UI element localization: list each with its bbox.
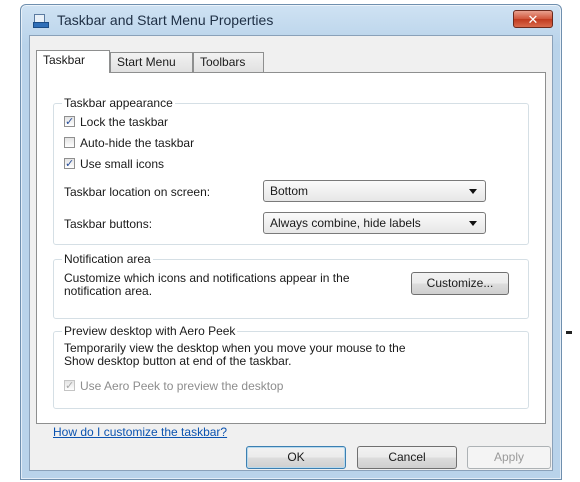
close-button[interactable]: ✕ bbox=[513, 10, 553, 28]
location-dropdown[interactable]: Bottom bbox=[263, 180, 486, 202]
buttons-label: Taskbar buttons: bbox=[64, 217, 153, 231]
description-line: notification area. bbox=[64, 284, 153, 298]
tab-taskbar[interactable]: Taskbar bbox=[36, 50, 110, 73]
checkbox-label: Use Aero Peek to preview the desktop bbox=[80, 379, 284, 393]
close-icon: ✕ bbox=[527, 12, 539, 27]
aero-peek-group: Preview desktop with Aero Peek Temporari… bbox=[53, 324, 529, 409]
checkbox-unchecked-icon[interactable] bbox=[64, 137, 75, 148]
taskbar-window-icon bbox=[33, 14, 49, 28]
checkbox-checked-icon[interactable] bbox=[64, 114, 75, 130]
checkbox-checked-icon[interactable] bbox=[64, 378, 75, 394]
help-link[interactable]: How do I customize the taskbar? bbox=[53, 425, 227, 439]
customize-button[interactable]: Customize... bbox=[411, 272, 509, 295]
taskbar-tab-panel: Taskbar appearance Lock the taskbar Auto… bbox=[36, 72, 546, 439]
group-label: Taskbar appearance bbox=[62, 96, 175, 110]
checkbox-checked-icon[interactable] bbox=[64, 156, 75, 172]
stray-mark bbox=[566, 331, 572, 334]
location-label: Taskbar location on screen: bbox=[64, 185, 211, 199]
tab-toolbars[interactable]: Toolbars bbox=[193, 52, 264, 72]
taskbar-appearance-group: Taskbar appearance Lock the taskbar Auto… bbox=[53, 96, 529, 245]
buttons-value: Always combine, hide labels bbox=[270, 216, 421, 230]
window-title: Taskbar and Start Menu Properties bbox=[57, 12, 274, 28]
notification-description: Customize which icons and notifications … bbox=[64, 272, 350, 298]
group-label: Preview desktop with Aero Peek bbox=[62, 324, 238, 338]
dialog-client-area: Taskbar Start Menu Toolbars Taskbar appe… bbox=[29, 35, 553, 471]
ok-button[interactable]: OK bbox=[246, 446, 346, 469]
location-value: Bottom bbox=[270, 184, 309, 198]
checkbox-label: Lock the taskbar bbox=[80, 115, 169, 129]
apply-button[interactable]: Apply bbox=[467, 446, 551, 469]
aero-peek-description: Temporarily view the desktop when you mo… bbox=[64, 342, 406, 368]
description-line: Show desktop button at end of the taskba… bbox=[64, 354, 292, 368]
taskbar-buttons-dropdown[interactable]: Always combine, hide labels bbox=[263, 212, 486, 234]
tab-start-menu[interactable]: Start Menu bbox=[110, 52, 193, 72]
chevron-down-icon bbox=[469, 189, 477, 194]
properties-dialog: Taskbar and Start Menu Properties ✕ Task… bbox=[20, 4, 562, 480]
title-bar[interactable]: Taskbar and Start Menu Properties ✕ bbox=[21, 5, 561, 35]
notification-area-group: Notification area Customize which icons … bbox=[53, 252, 529, 319]
checkbox-label: Use small icons bbox=[80, 157, 165, 171]
group-label: Notification area bbox=[62, 252, 153, 266]
checkbox-label: Auto-hide the taskbar bbox=[80, 136, 195, 150]
cancel-button[interactable]: Cancel bbox=[357, 446, 457, 469]
chevron-down-icon bbox=[469, 221, 477, 226]
